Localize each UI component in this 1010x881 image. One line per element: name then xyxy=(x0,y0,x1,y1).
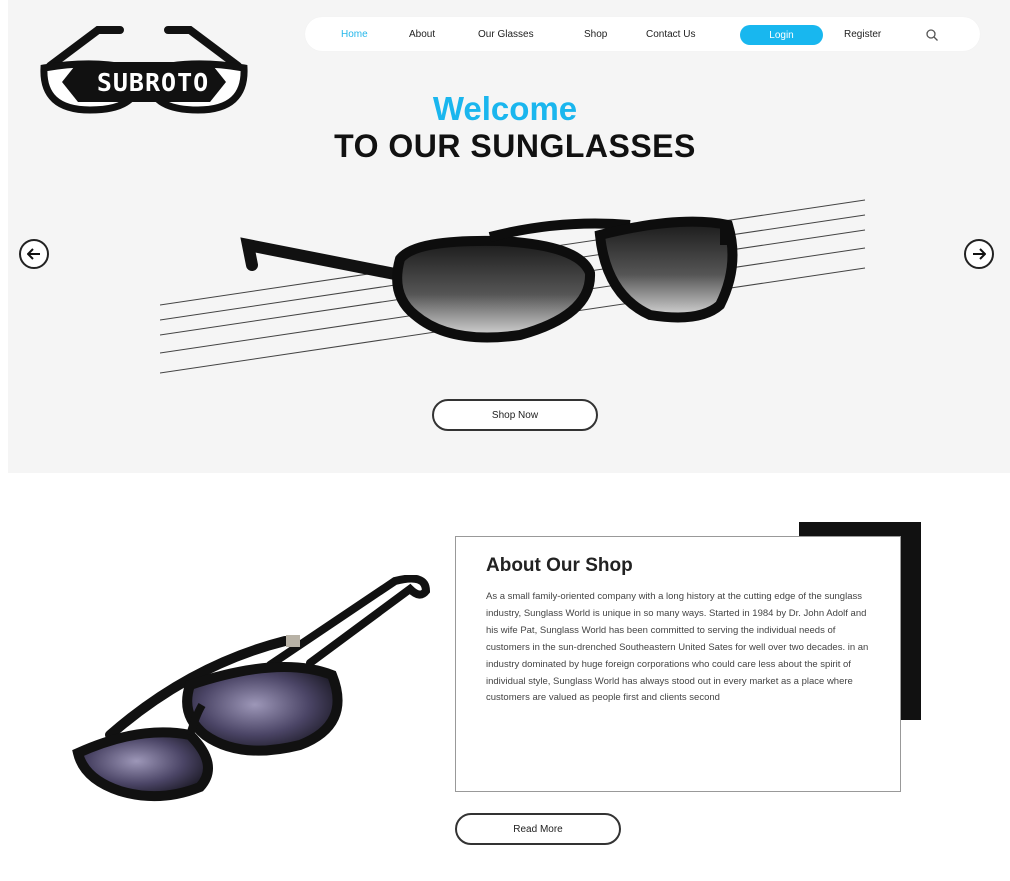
login-button[interactable]: Login xyxy=(740,25,823,45)
nav-shop[interactable]: Shop xyxy=(584,17,607,51)
hero-subheading: TO OUR SUNGLASSES xyxy=(334,128,696,164)
nav-register[interactable]: Register xyxy=(844,17,881,51)
about-sunglasses-image xyxy=(72,575,431,802)
about-text: As a small family-oriented company with … xyxy=(486,591,869,704)
about-card: About Our Shop As a small family-oriente… xyxy=(455,536,901,792)
shop-now-button[interactable]: Shop Now xyxy=(432,399,598,431)
hero-sunglasses-image xyxy=(160,199,866,374)
hero-welcome: Welcome xyxy=(432,90,578,127)
about-title: About Our Shop xyxy=(486,555,633,576)
nav-about[interactable]: About xyxy=(409,17,435,51)
main-nav: Home About Our Glasses Shop Contact Us L… xyxy=(305,17,980,51)
arrow-right-icon[interactable] xyxy=(964,239,994,269)
arrow-left-icon[interactable] xyxy=(19,239,49,269)
nav-home[interactable]: Home xyxy=(341,17,368,51)
nav-our-glasses[interactable]: Our Glasses xyxy=(478,17,534,51)
search-icon[interactable] xyxy=(925,27,939,41)
nav-contact-us[interactable]: Contact Us xyxy=(646,17,695,51)
read-more-button[interactable]: Read More xyxy=(455,813,621,845)
